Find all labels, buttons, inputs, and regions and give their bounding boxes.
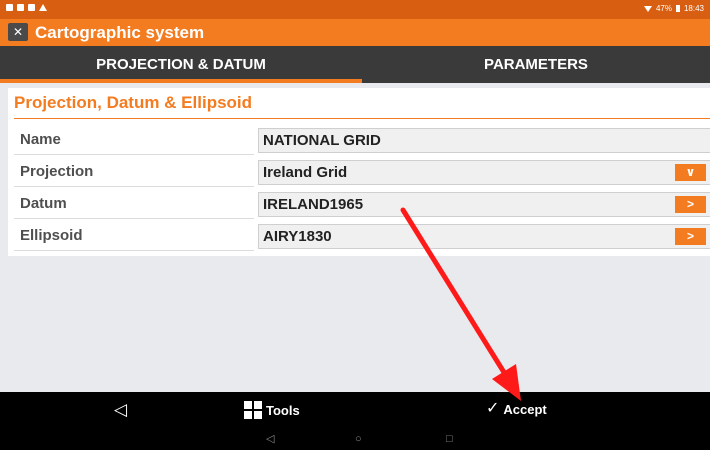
active-tab-indicator (0, 79, 362, 83)
ellipsoid-field[interactable]: AIRY1830 > (258, 224, 710, 249)
name-field[interactable]: NATIONAL GRID (258, 128, 710, 153)
name-value: NATIONAL GRID (263, 132, 381, 149)
field-row-projection: Projection Ireland Grid ∨ (14, 157, 710, 187)
field-row-name: Name NATIONAL GRID (14, 125, 710, 155)
ellipsoid-value: AIRY1830 (263, 228, 332, 245)
nav-back-icon[interactable]: ◁ (266, 431, 274, 447)
chevron-right-icon[interactable]: > (675, 228, 706, 245)
chevron-down-icon[interactable]: ∨ (675, 164, 706, 181)
battery-icon (675, 5, 680, 12)
wifi-icon (643, 5, 652, 12)
datum-value: IRELAND1965 (263, 196, 364, 213)
checkmark-icon: ✓ (486, 400, 500, 417)
field-row-ellipsoid: Ellipsoid AIRY1830 > (14, 221, 710, 251)
warning-icon (39, 4, 47, 11)
status-bar: 47% 18:43 (0, 0, 710, 19)
bottom-toolbar: ◁ Tools ✓ Accept (0, 392, 710, 428)
projection-value: Ireland Grid (263, 164, 348, 181)
notification-icon (6, 4, 13, 11)
name-label: Name (20, 131, 61, 148)
row-divider (14, 154, 254, 155)
datum-label: Datum (20, 195, 67, 212)
tab-projection-datum[interactable]: PROJECTION & DATUM (0, 46, 362, 83)
section-title: Projection, Datum & Ellipsoid (14, 93, 253, 112)
nav-recents-icon[interactable]: □ (446, 431, 453, 447)
projection-label: Projection (20, 163, 94, 180)
row-divider (14, 218, 254, 219)
image-icon (28, 4, 35, 11)
notification-icons (6, 4, 47, 11)
accept-button[interactable]: ✓ Accept (486, 401, 547, 417)
app-title: Cartographic system (35, 23, 205, 42)
tab-parameters[interactable]: PARAMETERS (362, 46, 710, 83)
section-divider (14, 118, 710, 119)
row-divider (14, 250, 254, 251)
datum-field[interactable]: IRELAND1965 > (258, 192, 710, 217)
grid-icon (244, 401, 262, 419)
battery-percent: 47% (655, 4, 672, 13)
projection-panel: Projection, Datum & Ellipsoid Name NATIO… (8, 88, 710, 256)
row-divider (14, 186, 254, 187)
tools-label: Tools (266, 402, 300, 418)
clock: 18:43 (683, 4, 704, 13)
accept-label: Accept (503, 401, 547, 417)
back-button[interactable]: ◁ (114, 399, 127, 420)
tab-bar: PROJECTION & DATUM PARAMETERS (0, 46, 710, 83)
back-arrow-icon: ◁ (114, 400, 128, 419)
tools-button[interactable]: Tools (244, 401, 300, 419)
projection-select[interactable]: Ireland Grid ∨ (258, 160, 710, 185)
system-nav-bar: ◁ ○ □ (0, 428, 710, 450)
app-logo-icon[interactable]: ✕ (8, 23, 28, 41)
system-indicators: 47% 18:43 (643, 4, 704, 13)
chevron-right-icon[interactable]: > (675, 196, 706, 213)
ellipsoid-label: Ellipsoid (20, 227, 83, 244)
nav-home-icon[interactable]: ○ (355, 431, 362, 447)
app-bar: ✕ Cartographic system (0, 19, 710, 46)
gallery-icon (17, 4, 24, 11)
field-row-datum: Datum IRELAND1965 > (14, 189, 710, 219)
